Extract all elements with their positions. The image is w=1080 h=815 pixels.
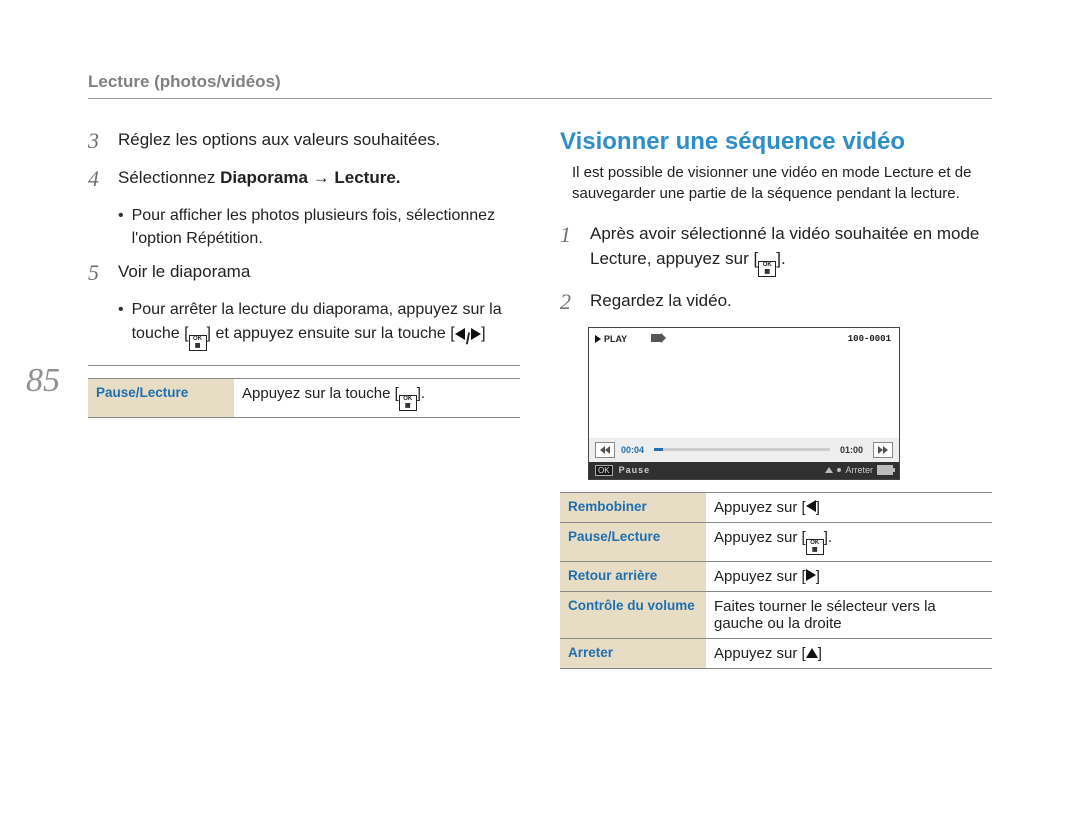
play-label: PLAY — [604, 334, 627, 344]
text: . — [258, 230, 262, 247]
forward-button-icon — [873, 442, 893, 458]
rewind-button-icon — [595, 442, 615, 458]
text: ] — [816, 499, 820, 516]
battery-icon — [877, 465, 893, 475]
progress-track — [654, 448, 830, 451]
controls-table-left: Pause/Lecture Appuyez sur la touche [OK▦… — [88, 378, 520, 418]
step-number: 4 — [88, 166, 106, 192]
bullet-dot: • — [118, 298, 124, 350]
left-right-arrow-icon: / — [455, 328, 481, 351]
table-key: Rembobiner — [560, 492, 706, 522]
table-row: Arreter Appuyez sur [] — [560, 638, 992, 668]
table-key: Retour arrière — [560, 561, 706, 591]
right-arrow-icon — [806, 569, 816, 581]
table-val: Appuyez sur [] — [706, 492, 992, 522]
bullet-dot: • — [118, 204, 124, 250]
left-arrow-icon — [806, 500, 816, 512]
text: ] — [818, 645, 822, 662]
table-row: Retour arrière Appuyez sur [] — [560, 561, 992, 591]
table-row: Rembobiner Appuyez sur [] — [560, 492, 992, 522]
table-row: Contrôle du volume Faites tourner le sél… — [560, 591, 992, 638]
page-header: Lecture (photos/vidéos) — [88, 72, 992, 99]
dot-icon — [837, 468, 841, 472]
step-1: 1 Après avoir sélectionné la vidéo souha… — [560, 222, 992, 277]
text: Appuyez sur la touche [ — [242, 385, 399, 402]
content-columns: 3 Réglez les options aux valeurs souhait… — [88, 128, 992, 669]
up-arrow-icon — [825, 467, 833, 473]
section-title: Visionner une séquence vidéo — [560, 128, 992, 156]
sound-icon — [651, 334, 661, 344]
step-4-bullet: • Pour afficher les photos plusieurs foi… — [118, 204, 520, 250]
step-2: 2 Regardez la vidéo. — [560, 289, 992, 315]
step-text: Sélectionnez Diaporama → Lecture. — [118, 166, 401, 192]
play-icon — [595, 335, 601, 343]
pause-label: Pause — [619, 465, 651, 475]
stop-label: Arreter — [845, 465, 873, 475]
table-val: Appuyez sur la touche [OK▦]. — [234, 378, 520, 417]
left-column: 3 Réglez les options aux valeurs souhait… — [88, 128, 520, 669]
up-arrow-icon — [806, 648, 818, 658]
text: ]. — [776, 249, 785, 268]
breadcrumb: Lecture (photos/vidéos) — [88, 72, 281, 91]
video-screen: PLAY 100-0001 — [589, 328, 899, 438]
ok-icon: OK▦ — [399, 395, 417, 411]
table-key: Pause/Lecture — [88, 378, 234, 417]
page-number: 85 — [26, 362, 60, 400]
table-row: Pause/Lecture Appuyez sur la touche [OK▦… — [88, 378, 520, 417]
table-val: Appuyez sur [OK▦]. — [706, 522, 992, 561]
text: Appuyez sur [ — [714, 645, 806, 662]
play-indicator: PLAY — [595, 334, 627, 344]
status-right: Arreter — [825, 465, 893, 475]
step-4: 4 Sélectionnez Diaporama → Lecture. — [88, 166, 520, 192]
ok-icon: OK▦ — [189, 335, 207, 351]
text: Appuyez sur [ — [714, 499, 806, 516]
table-val: Appuyez sur [] — [706, 561, 992, 591]
table-key: Contrôle du volume — [560, 591, 706, 638]
manual-page: Lecture (photos/vidéos) 85 3 Réglez les … — [0, 0, 1080, 815]
text-bold: Diaporama → Lecture. — [220, 168, 400, 187]
table-row: Pause/Lecture Appuyez sur [OK▦]. — [560, 522, 992, 561]
video-status-bar: OK Pause Arreter — [589, 462, 899, 479]
bullet-text: Pour afficher les photos plusieurs fois,… — [132, 204, 520, 250]
table-key: Pause/Lecture — [560, 522, 706, 561]
step-number: 5 — [88, 260, 106, 286]
right-column: Visionner une séquence vidéo Il est poss… — [560, 128, 992, 669]
step-number: 2 — [560, 289, 578, 315]
section-intro: Il est possible de visionner une vidéo e… — [572, 162, 992, 204]
step-text: Voir le diaporama — [118, 260, 250, 286]
file-id: 100-0001 — [848, 334, 891, 344]
ok-icon: OK▦ — [758, 261, 776, 277]
text: ]. — [824, 529, 832, 546]
step-number: 1 — [560, 222, 578, 277]
step-text: Après avoir sélectionné la vidéo souhait… — [590, 222, 992, 277]
ok-icon: OK▦ — [806, 539, 824, 555]
time-total: 01:00 — [840, 445, 863, 455]
text: ] — [816, 568, 820, 585]
step-3: 3 Réglez les options aux valeurs souhait… — [88, 128, 520, 154]
text: ] — [481, 325, 485, 342]
table-val: Faites tourner le sélecteur vers la gauc… — [706, 591, 992, 638]
divider — [88, 365, 520, 366]
bullet-text: Pour arrêter la lecture du diaporama, ap… — [132, 298, 520, 350]
step-text: Regardez la vidéo. — [590, 289, 732, 315]
ok-badge: OK — [595, 465, 613, 476]
text: Appuyez sur [ — [714, 568, 806, 585]
step-5-bullet: • Pour arrêter la lecture du diaporama, … — [118, 298, 520, 350]
step-number: 3 — [88, 128, 106, 154]
time-current: 00:04 — [621, 445, 644, 455]
text: ]. — [417, 385, 425, 402]
text: ] et appuyez ensuite sur la touche [ — [207, 325, 455, 342]
video-preview: PLAY 100-0001 00:04 01:00 OK Pause — [588, 327, 900, 480]
text: Appuyez sur [ — [714, 529, 806, 546]
step-text: Réglez les options aux valeurs souhaitée… — [118, 128, 440, 154]
step-5: 5 Voir le diaporama — [88, 260, 520, 286]
text-bold: Répétition — [186, 230, 258, 247]
table-val: Appuyez sur [] — [706, 638, 992, 668]
controls-table-right: Rembobiner Appuyez sur [] Pause/Lecture … — [560, 492, 992, 669]
text: Sélectionnez — [118, 168, 220, 187]
video-progress-bar: 00:04 01:00 — [589, 438, 899, 462]
table-key: Arreter — [560, 638, 706, 668]
